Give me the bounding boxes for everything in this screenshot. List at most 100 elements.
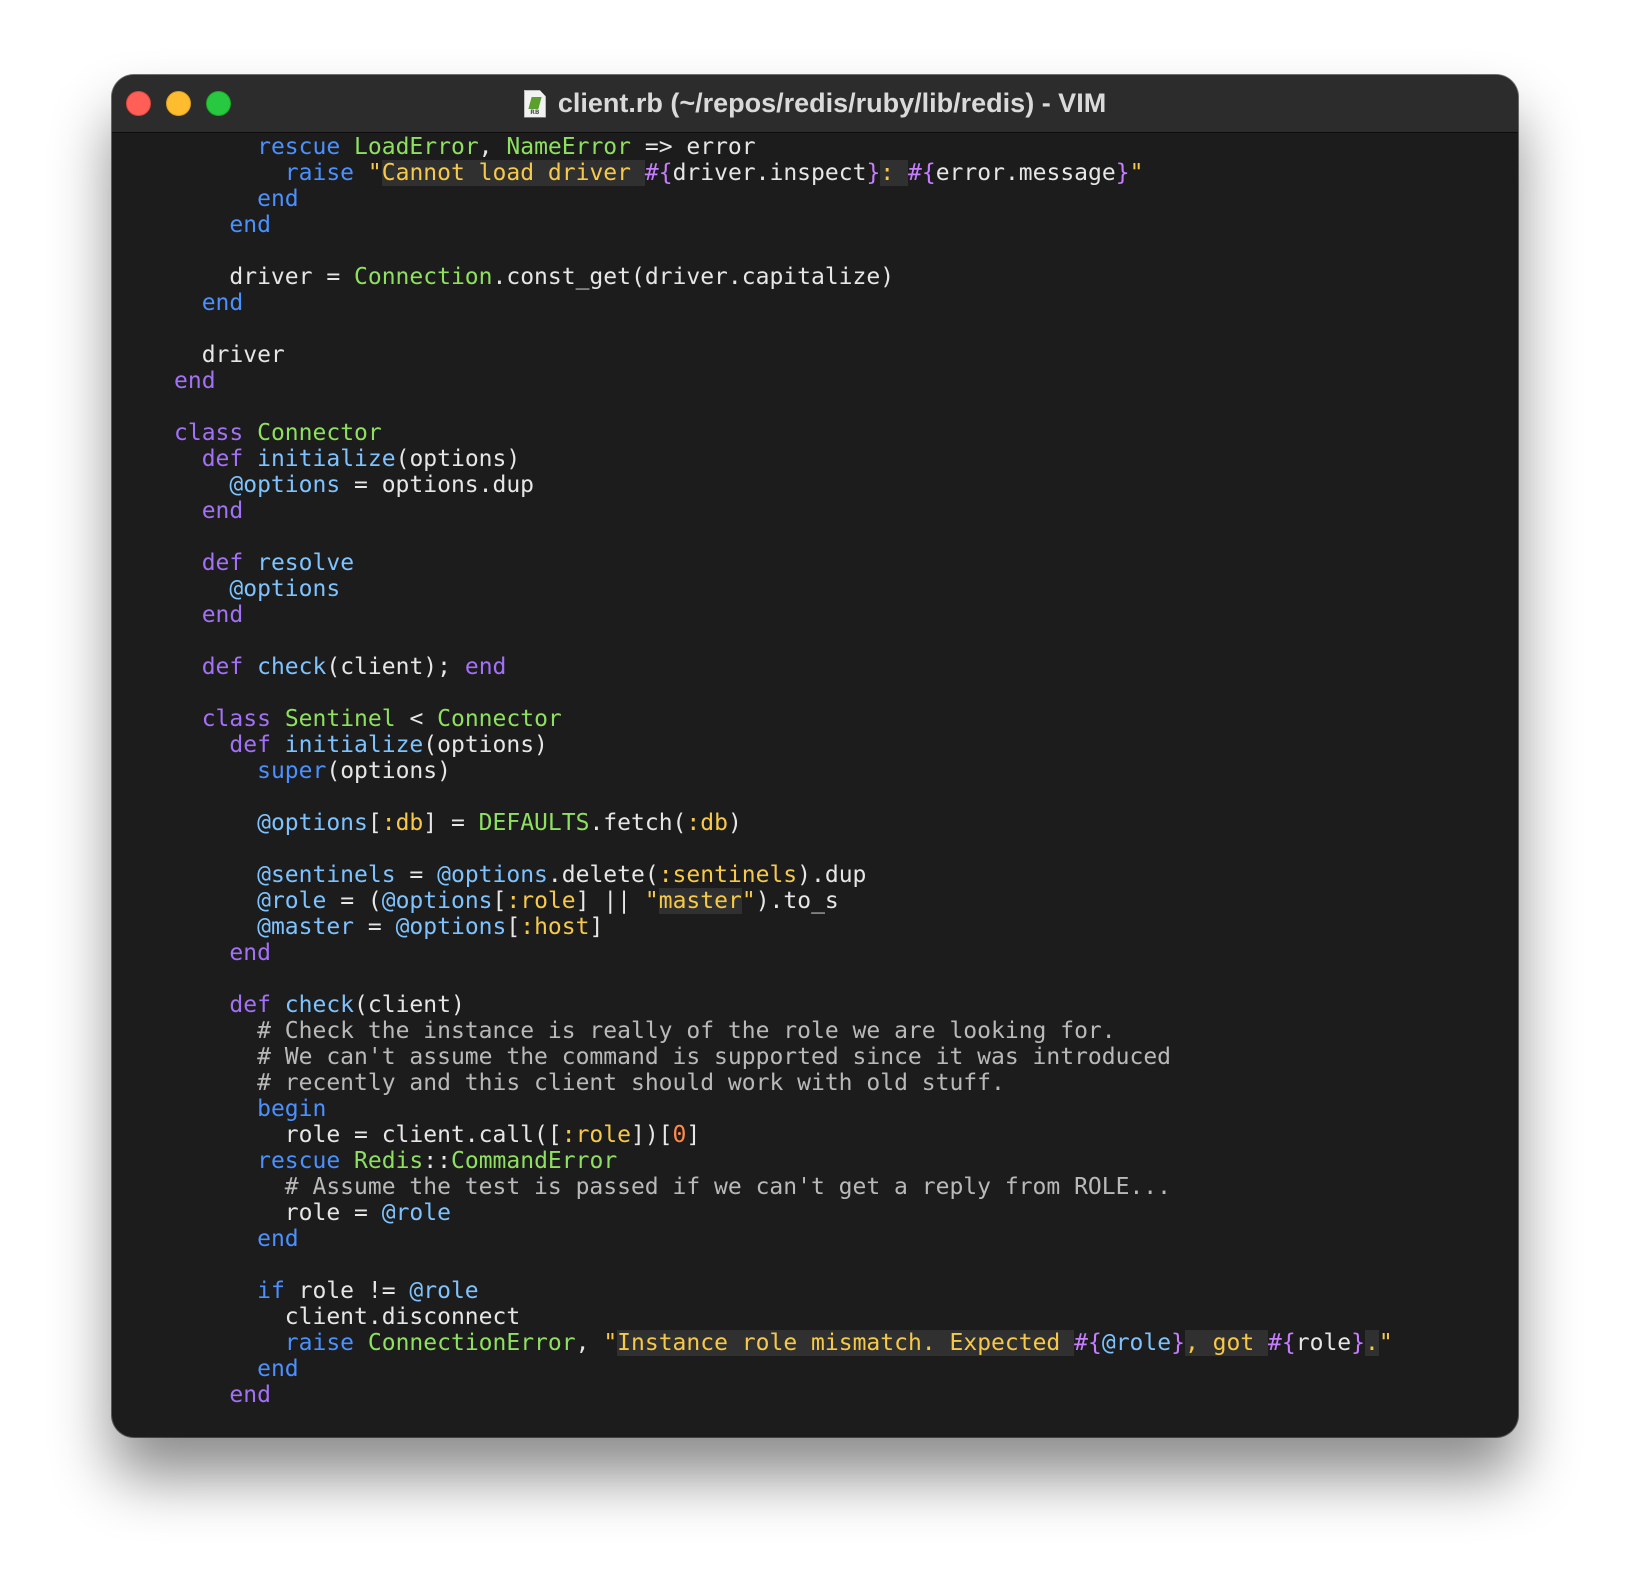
code-token: ).dup	[797, 862, 867, 888]
code-line[interactable]: driver = Connection.const_get(driver.cap…	[174, 264, 1518, 290]
code-line[interactable]: @options = options.dup	[174, 472, 1518, 498]
code-token: @options	[229, 576, 341, 602]
code-token: begin	[257, 1096, 327, 1122]
code-line[interactable]	[174, 784, 1518, 810]
code-token: initialize	[257, 446, 396, 472]
code-line[interactable]: def check(client); end	[174, 654, 1518, 680]
code-token: )	[727, 810, 742, 836]
code-line[interactable]: end	[174, 1382, 1518, 1408]
code-line[interactable]	[174, 680, 1518, 706]
title-bar[interactable]: client.rb (~/repos/redis/ruby/lib/redis)…	[112, 75, 1518, 133]
code-token: check	[257, 654, 327, 680]
code-line[interactable]: end	[174, 290, 1518, 316]
code-line[interactable]: @master = @options[:host]	[174, 914, 1518, 940]
code-token: def	[201, 446, 244, 472]
code-line[interactable]: driver	[174, 342, 1518, 368]
code-line[interactable]: def initialize(options)	[174, 446, 1518, 472]
code-token: "	[1378, 1330, 1393, 1356]
code-line[interactable]: end	[174, 212, 1518, 238]
code-line[interactable]: rescue Redis::CommandError	[174, 1148, 1518, 1174]
code-line[interactable]: end	[174, 498, 1518, 524]
code-token: raise	[284, 160, 355, 186]
code-line[interactable]	[174, 238, 1518, 264]
code-line[interactable]	[174, 316, 1518, 342]
code-line[interactable]	[174, 524, 1518, 550]
code-line[interactable]: begin	[174, 1096, 1518, 1122]
code-line[interactable]: # Check the instance is really of the ro…	[174, 1018, 1518, 1044]
code-token: end	[257, 186, 299, 212]
code-token: end	[464, 654, 507, 680]
code-token: ])[	[630, 1122, 673, 1148]
code-line[interactable]: role = client.call([:role])[0]	[174, 1122, 1518, 1148]
code-line[interactable]: super(options)	[174, 758, 1518, 784]
code-line[interactable]: end	[174, 940, 1518, 966]
code-line[interactable]: # Assume the test is passed if we can't …	[174, 1174, 1518, 1200]
code-line[interactable]: class Connector	[174, 420, 1518, 446]
code-line[interactable]	[174, 628, 1518, 654]
code-line[interactable]: @options	[174, 576, 1518, 602]
code-line[interactable]: end	[174, 1226, 1518, 1252]
code-token: = options.dup	[340, 472, 535, 498]
code-token: Instance role mismatch. Expected	[617, 1330, 1075, 1356]
code-line[interactable]: # recently and this client should work w…	[174, 1070, 1518, 1096]
code-line[interactable]: # We can't assume the command is support…	[174, 1044, 1518, 1070]
code-token: class	[201, 706, 271, 732]
code-token: ]	[589, 914, 604, 940]
code-line[interactable]: end	[174, 602, 1518, 628]
code-token: LoadError	[354, 134, 479, 160]
code-line[interactable]: raise "Cannot load driver #{driver.inspe…	[174, 160, 1518, 186]
code-line[interactable]: end	[174, 1356, 1518, 1382]
code-line[interactable]	[174, 966, 1518, 992]
code-token: end	[257, 1356, 299, 1382]
code-line[interactable]: class Sentinel < Connector	[174, 706, 1518, 732]
code-line[interactable]: def check(client)	[174, 992, 1518, 1018]
code-token: Redis	[354, 1148, 424, 1174]
code-line[interactable]	[174, 1252, 1518, 1278]
code-line[interactable]: role = @role	[174, 1200, 1518, 1226]
code-token: :host	[520, 914, 590, 940]
code-token: @master	[257, 914, 355, 940]
code-token: end	[201, 602, 244, 628]
code-token: :	[880, 160, 908, 186]
code-line[interactable]: raise ConnectionError, "Instance role mi…	[174, 1330, 1518, 1356]
code-token: (options)	[395, 446, 521, 472]
vim-window: client.rb (~/repos/redis/ruby/lib/redis)…	[112, 75, 1518, 1437]
code-line[interactable]: def initialize(options)	[174, 732, 1518, 758]
window-title: client.rb (~/repos/redis/ruby/lib/redis)…	[557, 88, 1107, 118]
code-line[interactable]: if role != @role	[174, 1278, 1518, 1304]
window-title-area: client.rb (~/repos/redis/ruby/lib/redis)…	[112, 75, 1518, 132]
code-line[interactable]: end	[174, 186, 1518, 212]
code-line[interactable]	[174, 394, 1518, 420]
code-token: }	[1351, 1330, 1365, 1356]
code-token: =	[395, 862, 438, 888]
code-line[interactable]: rescue LoadError, NameError => error	[174, 134, 1518, 160]
code-token: (client);	[326, 654, 465, 680]
code-line[interactable]	[174, 836, 1518, 862]
code-editor[interactable]: rescue LoadError, NameError => error rai…	[112, 133, 1518, 1437]
code-line[interactable]: @role = (@options[:role] || "master").to…	[174, 888, 1518, 914]
code-line[interactable]: def resolve	[174, 550, 1518, 576]
code-line[interactable]: @options[:db] = DEFAULTS.fetch(:db)	[174, 810, 1518, 836]
code-line[interactable]: client.disconnect	[174, 1304, 1518, 1330]
code-token: => error	[631, 134, 756, 160]
code-token: (options)	[326, 758, 451, 784]
code-line[interactable]: @sentinels = @options.delete(:sentinels)…	[174, 862, 1518, 888]
code-line[interactable]: end	[174, 368, 1518, 394]
code-token: <	[395, 706, 438, 732]
code-token: @role	[381, 1200, 451, 1226]
